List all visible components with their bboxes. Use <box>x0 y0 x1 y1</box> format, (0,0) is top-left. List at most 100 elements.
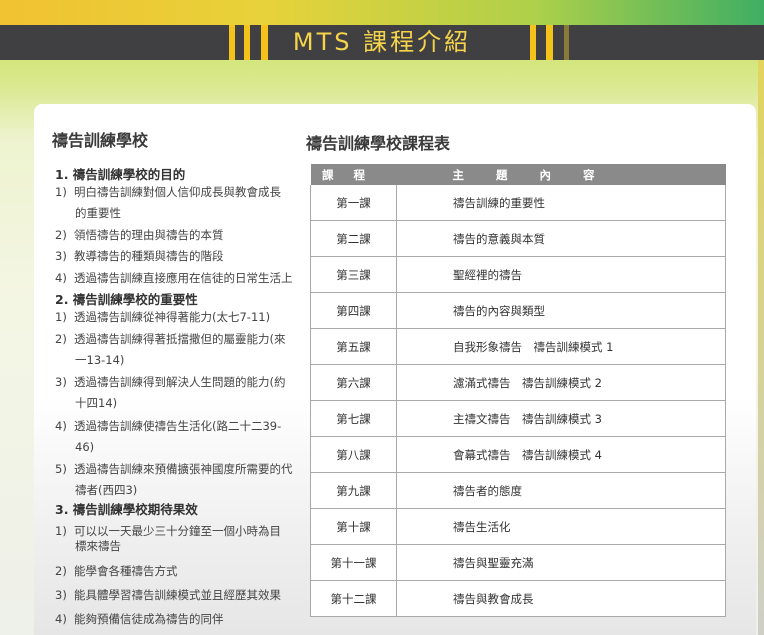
item-text: 透過禱告訓練得著抵擋撒但的屬靈能力(來 <box>74 332 286 346</box>
list-item: 2) 領悟禱告的理由與禱告的本質 <box>55 225 224 245</box>
list-item: 5) 透過禱告訓練來預備擴張神國度所需要的代 <box>55 459 293 479</box>
header-course: 課程 <box>310 164 397 185</box>
item-number: 2) <box>55 332 67 346</box>
list-item: 4) 透過禱告訓練直接應用在信徒的日常生活上 <box>55 268 293 288</box>
topic-cell: 主禱文禱告 禱告訓練模式 3 <box>396 400 726 437</box>
lesson-cell: 第六課 <box>310 364 397 401</box>
table-row: 第九課 禱告者的態度 <box>310 472 726 509</box>
list-item: 標來禱告 <box>55 539 121 553</box>
topic-cell: 自我形象禱告 禱告訓練模式 1 <box>396 328 726 365</box>
lesson-cell: 第三課 <box>310 256 397 293</box>
list-item: 的重要性 <box>55 203 121 223</box>
list-item: 禱者(西四3) <box>55 480 137 500</box>
topic-cell: 禱告與教會成長 <box>396 580 726 617</box>
item-number: 4) <box>55 419 67 433</box>
lesson-cell: 第八課 <box>310 436 397 473</box>
item-text: 透過禱告訓練來預備擴張神國度所需要的代 <box>74 462 293 476</box>
table-row: 第六課 濾滿式禱告 禱告訓練模式 2 <box>310 364 726 401</box>
item-number: 5) <box>55 462 67 476</box>
item-text: 透過禱告訓練得到解決人生問題的能力(約 <box>74 375 286 389</box>
item-text: 透過禱告訓練使禱告生活化(路二十二39- <box>74 419 282 433</box>
list-item: 1) 透過禱告訓練從神得著能力(太七7-11) <box>55 307 270 327</box>
item-text: 領悟禱告的理由與禱告的本質 <box>74 228 224 242</box>
item-number: 2) <box>55 564 67 578</box>
table-header-row: 課程 主題內容 <box>310 164 726 185</box>
list-item: 4) 能夠預備信徒成為禱告的同伴 <box>55 609 224 629</box>
table-row: 第十二課 禱告與教會成長 <box>310 580 726 617</box>
item-text: 標來禱告 <box>75 539 121 553</box>
item-text: 能夠預備信徒成為禱告的同伴 <box>74 612 224 626</box>
header-topic-label: 主題內容 <box>452 167 595 182</box>
lesson-cell: 第十一課 <box>310 544 397 581</box>
item-text: 46) <box>75 440 95 454</box>
item-text: 十四14) <box>75 396 118 410</box>
lesson-cell: 第二課 <box>310 220 397 257</box>
table-row: 第一課 禱告訓練的重要性 <box>310 185 726 221</box>
list-item: 一13-14) <box>55 350 124 370</box>
table-row: 第七課 主禱文禱告 禱告訓練模式 3 <box>310 400 726 437</box>
item-text: 禱者(西四3) <box>75 483 138 497</box>
topic-cell: 禱告的內容與類型 <box>396 292 726 329</box>
section-heading: 1. 禱告訓練學校的目的 <box>55 167 186 182</box>
list-item: 3) 能具體學習禱告訓練模式並且經歷其效果 <box>55 585 281 605</box>
item-text: 透過禱告訓練直接應用在信徒的日常生活上 <box>74 271 293 285</box>
table-row: 第五課 自我形象禱告 禱告訓練模式 1 <box>310 328 726 365</box>
list-item: 4) 透過禱告訓練使禱告生活化(路二十二39- <box>55 416 281 436</box>
section-heading: 3. 禱告訓練學校期待果效 <box>55 502 198 517</box>
topic-cell: 禱告者的態度 <box>396 472 726 509</box>
item-number: 3) <box>55 588 67 602</box>
topic-cell: 禱告與聖靈充滿 <box>396 544 726 581</box>
lesson-cell: 第四課 <box>310 292 397 329</box>
lesson-cell: 第九課 <box>310 472 397 509</box>
list-item: 2) 能學會各種禱告方式 <box>55 561 178 581</box>
item-number: 4) <box>55 612 67 626</box>
lesson-cell: 第五課 <box>310 328 397 365</box>
lesson-cell: 第十二課 <box>310 580 397 617</box>
item-number: 3) <box>55 249 67 263</box>
list-item: 46) <box>55 437 94 457</box>
item-number: 2) <box>55 228 67 242</box>
list-item: 3) 教導禱告的種類與禱告的階段 <box>55 246 224 266</box>
banner-title: MTS 課程介紹 <box>292 28 472 56</box>
item-text: 的重要性 <box>75 206 121 220</box>
top-gradient-strip <box>0 0 764 25</box>
item-text: 可以以一天最少三十分鐘至一個小時為目 <box>74 524 281 538</box>
table-row: 第八課 會幕式禱告 禱告訓練模式 4 <box>310 436 726 473</box>
list-item: 2) 透過禱告訓練得著抵擋撒但的屬靈能力(來 <box>55 329 285 349</box>
item-text: 明白禱告訓練對個人信仰成長與教會成長 <box>74 185 281 199</box>
topic-cell: 禱告訓練的重要性 <box>396 185 726 221</box>
item-number: 1) <box>55 310 67 324</box>
list-item: 1) 明白禱告訓練對個人信仰成長與教會成長 <box>55 182 281 202</box>
item-text: 能學會各種禱告方式 <box>74 564 178 578</box>
list-item: 1) 可以以一天最少三十分鐘至一個小時為目 <box>55 524 281 538</box>
item-text: 教導禱告的種類與禱告的階段 <box>74 249 224 263</box>
item-text: 一13-14) <box>75 353 125 367</box>
table-row: 第十課 禱告生活化 <box>310 508 726 545</box>
section-heading: 2. 禱告訓練學校的重要性 <box>55 292 198 307</box>
table-row: 第四課 禱告的內容與類型 <box>310 292 726 329</box>
lesson-cell: 第十課 <box>310 508 397 545</box>
item-number: 3) <box>55 375 67 389</box>
schedule-title: 禱告訓練學校課程表 <box>306 134 451 153</box>
topic-cell: 會幕式禱告 禱告訓練模式 4 <box>396 436 726 473</box>
table-row: 第二課 禱告的意義與本質 <box>310 220 726 257</box>
course-schedule-table: 課程 主題內容 第一課 禱告訓練的重要性 第二課 禱告的意義與本質 第三課 聖經裡的禱告第… <box>310 164 726 617</box>
item-number: 4) <box>55 271 67 285</box>
topic-cell: 禱告的意義與本質 <box>396 220 726 257</box>
list-item: 十四14) <box>55 393 117 413</box>
table-row: 第三課 聖經裡的禱告 <box>310 256 726 293</box>
list-item: 3) 透過禱告訓練得到解決人生問題的能力(約 <box>55 372 285 392</box>
table-row: 第十一課 禱告與聖靈充滿 <box>310 544 726 581</box>
item-text: 透過禱告訓練從神得著能力(太七7-11) <box>74 310 271 324</box>
lesson-cell: 第七課 <box>310 400 397 437</box>
topic-cell: 禱告生活化 <box>396 508 726 545</box>
item-number: 1) <box>55 524 67 538</box>
header-topic: 主題內容 <box>396 164 726 185</box>
topic-cell: 聖經裡的禱告 <box>396 256 726 293</box>
item-number: 1) <box>55 185 67 199</box>
school-title: 禱告訓練學校 <box>52 131 149 150</box>
topic-cell: 濾滿式禱告 禱告訓練模式 2 <box>396 364 726 401</box>
right-edge-stripe <box>758 60 764 635</box>
lesson-cell: 第一課 <box>310 185 397 221</box>
item-text: 能具體學習禱告訓練模式並且經歷其效果 <box>74 588 281 602</box>
